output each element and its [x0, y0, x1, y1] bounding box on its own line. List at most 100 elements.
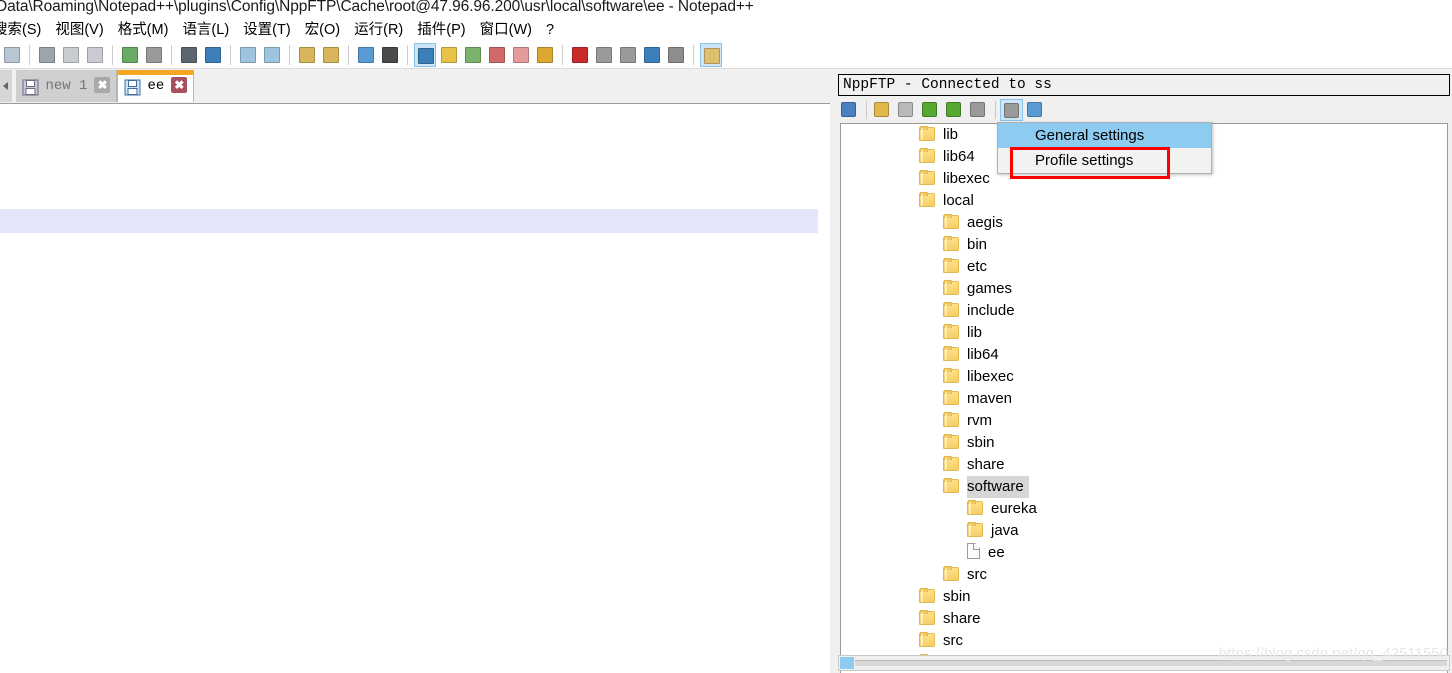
settings-gear-icon-glyph — [1004, 103, 1019, 118]
tree-item-label: share — [943, 610, 981, 628]
tree-folder-item[interactable]: src — [841, 564, 1447, 586]
word-wrap-icon[interactable] — [355, 43, 377, 67]
sync-h-scroll-icon[interactable] — [320, 43, 342, 67]
stop-macro-icon[interactable] — [593, 43, 615, 67]
record-macro-icon[interactable] — [569, 43, 591, 67]
tree-folder-item[interactable]: share — [841, 454, 1447, 476]
tree-folder-item[interactable]: lib — [841, 322, 1447, 344]
tree-item-label: aegis — [967, 214, 1003, 232]
menu-settings[interactable]: 设置(T) — [236, 20, 298, 41]
folder-as-workspace-icon[interactable] — [510, 43, 532, 67]
save-macro-icon[interactable] — [665, 43, 687, 67]
folder-icon — [943, 280, 959, 296]
find-icon-glyph — [181, 47, 197, 63]
tree-item-label: lib — [967, 324, 983, 342]
tree-folder-item[interactable]: aegis — [841, 212, 1447, 234]
menu-format[interactable]: 格式(M) — [111, 20, 176, 41]
menu-bar[interactable]: 搜索(S) 视图(V) 格式(M) 语言(L) 设置(T) 宏(O) 运行(R) 插件(P) 窗… — [0, 20, 1452, 41]
tree-folder-item[interactable]: libexec — [841, 366, 1447, 388]
menu-macro[interactable]: 宏(O) — [298, 20, 347, 41]
play-macro-icon[interactable] — [617, 43, 639, 67]
tree-folder-item[interactable]: sbin — [841, 586, 1447, 608]
main-toolbar[interactable] — [0, 41, 1452, 69]
tree-folder-item[interactable]: etc — [841, 256, 1447, 278]
show-all-chars-icon[interactable] — [379, 43, 401, 67]
tab-close-icon[interactable]: ✖ — [94, 77, 111, 93]
tree-folder-item[interactable]: local — [841, 190, 1447, 212]
menu-help[interactable]: ? — [539, 20, 561, 41]
menu-view[interactable]: 视图(V) — [48, 20, 110, 41]
folder-icon — [943, 456, 959, 472]
remote-file-tree[interactable]: lib lib64 libexec local aegis bin etc games incl… — [840, 123, 1448, 673]
sync-v-scroll-icon[interactable] — [296, 43, 318, 67]
editor-vertical-scrollbar[interactable] — [818, 104, 830, 673]
messages-window-icon[interactable] — [1024, 99, 1047, 121]
cut-icon[interactable] — [36, 43, 58, 67]
menu-language[interactable]: 语言(L) — [175, 20, 236, 41]
tree-folder-item[interactable]: eureka — [841, 498, 1447, 520]
refresh-icon[interactable] — [943, 99, 966, 121]
nppftp-toolbar[interactable] — [838, 97, 1450, 122]
run-icon[interactable] — [700, 43, 722, 67]
tree-folder-item[interactable]: games — [841, 278, 1447, 300]
menu-run[interactable]: 运行(R) — [347, 20, 410, 41]
tree-folder-item[interactable]: java — [841, 520, 1447, 542]
tab-close-icon[interactable]: ✖ — [171, 77, 188, 93]
tree-file-item[interactable]: ee — [841, 542, 1447, 564]
undo-icon[interactable] — [119, 43, 141, 67]
download-icon[interactable] — [895, 99, 918, 121]
document-tab-bar[interactable]: new 1 ✖ ee ✖ — [0, 70, 836, 104]
text-editor-area[interactable] — [0, 104, 830, 673]
indent-guide-icon[interactable] — [414, 43, 436, 67]
tree-item-label: ee — [988, 544, 1005, 562]
tab-ee[interactable]: ee ✖ — [117, 70, 195, 102]
menu-plugins[interactable]: 插件(P) — [410, 20, 472, 41]
scrollbar-thumb[interactable] — [840, 657, 854, 669]
zoom-out-icon[interactable] — [261, 43, 283, 67]
tree-folder-item[interactable]: rvm — [841, 410, 1447, 432]
tree-folder-item[interactable]: maven — [841, 388, 1447, 410]
tree-folder-item[interactable]: share — [841, 608, 1447, 630]
redo-icon[interactable] — [143, 43, 165, 67]
tab-scroll-left-button[interactable] — [0, 70, 12, 102]
tree-item-label: src — [967, 566, 987, 584]
folder-icon — [919, 610, 935, 626]
redo-icon-glyph — [146, 47, 162, 63]
upload-icon[interactable] — [919, 99, 942, 121]
tab-new-1[interactable]: new 1 ✖ — [16, 70, 118, 102]
tree-folder-item[interactable]: software — [841, 476, 1447, 499]
abort-icon[interactable] — [967, 99, 990, 121]
monitoring-icon[interactable] — [534, 43, 556, 67]
toolbar-separator — [693, 45, 694, 65]
settings-gear-icon[interactable] — [1000, 99, 1023, 121]
tree-folder-item[interactable]: bin — [841, 234, 1447, 256]
connect-icon[interactable] — [838, 99, 861, 121]
toolbar-separator — [230, 45, 231, 65]
folder-icon — [919, 148, 935, 164]
tree-folder-item[interactable]: sbin — [841, 432, 1447, 454]
open-directory-icon[interactable] — [871, 99, 894, 121]
user-defined-dialog-icon-glyph — [441, 47, 457, 63]
upload-icon-glyph — [922, 102, 937, 117]
folder-icon — [919, 192, 935, 208]
document-map-icon[interactable] — [462, 43, 484, 67]
copy-icon[interactable] — [60, 43, 82, 67]
run-macro-multiple-icon[interactable] — [641, 43, 663, 67]
zoom-in-icon[interactable] — [237, 43, 259, 67]
print-icon[interactable] — [1, 43, 23, 67]
user-defined-dialog-icon[interactable] — [438, 43, 460, 67]
folder-as-workspace-icon-glyph — [513, 47, 529, 63]
folder-icon — [919, 126, 935, 142]
paste-icon[interactable] — [84, 43, 106, 67]
tree-folder-item[interactable]: include — [841, 300, 1447, 322]
function-list-icon[interactable] — [486, 43, 508, 67]
menu-window[interactable]: 窗口(W) — [473, 20, 539, 41]
indent-guide-icon-glyph — [418, 48, 434, 64]
menu-item-general-settings[interactable]: General settings — [998, 123, 1211, 148]
find-icon[interactable] — [178, 43, 200, 67]
menu-search[interactable]: 搜索(S) — [0, 20, 48, 41]
toolbar-separator — [289, 45, 290, 65]
tree-folder-item[interactable]: lib64 — [841, 344, 1447, 366]
toolbar-separator — [171, 45, 172, 65]
replace-icon[interactable] — [202, 43, 224, 67]
